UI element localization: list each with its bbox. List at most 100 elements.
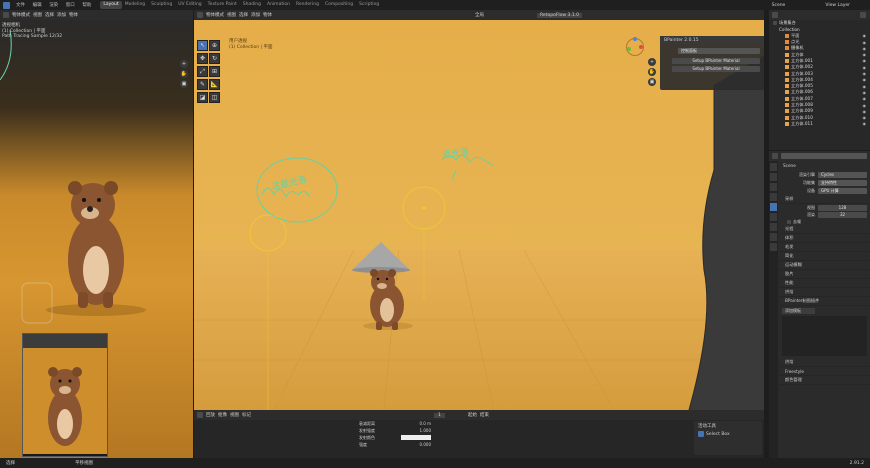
add-template-button[interactable]: 添加模板 — [782, 308, 815, 314]
timeline-menu-view[interactable]: 视图 — [230, 412, 239, 418]
timeline-menu-keying[interactable]: 抠像 — [218, 412, 227, 418]
axis-z-icon[interactable] — [633, 37, 637, 41]
menu-window[interactable]: 窗口 — [66, 3, 75, 8]
visibility-eye-icon[interactable]: ◉ — [863, 103, 867, 108]
navigation-gizmo[interactable] — [626, 37, 644, 56]
section-sampling[interactable]: 采样 — [779, 195, 870, 204]
bpainter-header[interactable]: BPainter 2.0.15 — [660, 36, 764, 44]
setup-material-button-1[interactable]: Setup BPainter Material — [672, 58, 760, 64]
current-frame[interactable]: 1 — [434, 412, 445, 418]
modifier-tab-icon[interactable] — [770, 233, 777, 241]
section-motion-blur[interactable]: 运动模糊 — [779, 261, 870, 270]
main-3d-canvas[interactable]: 这是光源 点光源 用户透视 (1) Collection | 平面 ↖ ⊕ ✥ … — [194, 20, 764, 410]
tab-modeling[interactable]: Modeling — [122, 1, 148, 9]
denoise-row[interactable]: 去噪 — [779, 218, 870, 225]
frame-end-label[interactable]: 结束 — [480, 412, 489, 418]
visibility-eye-icon[interactable]: ◉ — [863, 115, 867, 120]
main-menu-add[interactable]: 添加 — [251, 12, 260, 18]
section-hair[interactable]: 毛发 — [779, 243, 870, 252]
editor-type-icon[interactable] — [3, 12, 9, 18]
editor-type-icon[interactable] — [772, 12, 778, 18]
blender-logo-icon[interactable] — [3, 1, 10, 9]
left-menu-select[interactable]: 选择 — [45, 12, 54, 18]
visibility-eye-icon[interactable]: ◉ — [863, 33, 867, 38]
annotate-tool-icon[interactable]: ✎ — [197, 79, 208, 90]
visibility-eye-icon[interactable]: ◉ — [863, 77, 867, 82]
visibility-eye-icon[interactable]: ◉ — [863, 46, 867, 51]
left-menu-add[interactable]: 添加 — [57, 12, 66, 18]
menu-edit[interactable]: 编辑 — [33, 3, 42, 8]
visibility-eye-icon[interactable]: ◉ — [863, 96, 867, 101]
visibility-eye-icon[interactable]: ◉ — [863, 109, 867, 114]
select-box-icon[interactable] — [698, 431, 704, 437]
menu-render[interactable]: 渲染 — [49, 3, 58, 8]
world-tab-icon[interactable] — [770, 213, 777, 221]
scene-tab-icon[interactable] — [770, 203, 777, 211]
zoom-icon[interactable]: + — [648, 58, 656, 66]
transform-orientation[interactable]: 全局 — [475, 12, 484, 18]
viewport-samples-field[interactable]: 128 — [818, 204, 867, 211]
section-volumes[interactable]: 体积 — [779, 234, 870, 243]
section-freestyle[interactable]: Freestyle — [779, 367, 870, 376]
visibility-eye-icon[interactable]: ◉ — [863, 90, 867, 95]
add-object-tool-icon[interactable]: ◫ — [209, 92, 220, 103]
left-render-canvas[interactable]: 透视相机 (1) Collection | 平面 Path Tracing Sa… — [0, 20, 193, 458]
axis-y-icon[interactable] — [627, 47, 631, 51]
tab-uv-editing[interactable]: UV Editing — [175, 1, 204, 9]
field-row[interactable]: 强度 0.000 — [359, 442, 431, 449]
axis-x-icon[interactable] — [639, 45, 643, 49]
object-tab-icon[interactable] — [770, 223, 777, 231]
editor-type-icon[interactable] — [197, 412, 203, 418]
render-engine-select[interactable]: Cycles — [818, 172, 867, 178]
output-tab-icon[interactable] — [770, 183, 777, 191]
visibility-eye-icon[interactable]: ◉ — [863, 52, 867, 57]
setup-material-button-2[interactable]: Setup BPainter Material — [672, 66, 760, 72]
field-row[interactable]: 衰减距离 0.0 m — [359, 421, 431, 428]
feature-set-select[interactable]: 支持特性 — [818, 180, 867, 186]
scale-tool-icon[interactable]: ⤢ — [197, 66, 208, 77]
tab-sculpting[interactable]: Sculpting — [148, 1, 175, 9]
move-tool-icon[interactable]: ✥ — [197, 53, 208, 64]
timeline-menu-playback[interactable]: 回放 — [206, 412, 215, 418]
hand-pan-icon[interactable]: ✋ — [180, 70, 188, 78]
tab-scripting[interactable]: Scripting — [356, 1, 382, 9]
section-light-paths[interactable]: 光程 — [779, 225, 870, 234]
main-menu-select[interactable]: 选择 — [239, 12, 248, 18]
tab-rendering[interactable]: Rendering — [293, 1, 322, 9]
material-tab-icon[interactable] — [770, 243, 777, 251]
section-performance[interactable]: 性能 — [779, 279, 870, 288]
measure-tool-icon[interactable]: 📐 — [209, 79, 220, 90]
add-cube-tool-icon[interactable]: ◪ — [197, 92, 208, 103]
view-layer-selector[interactable]: View Layer — [825, 3, 850, 8]
render-samples-field[interactable]: 32 — [818, 211, 867, 218]
tab-animation[interactable]: Animation — [264, 1, 293, 9]
bpainter-dropdown[interactable]: 控制面板 — [678, 48, 760, 54]
menu-help[interactable]: 帮助 — [82, 3, 91, 8]
outliner-item[interactable]: 立方体.011 ◉ — [773, 121, 870, 127]
camera-preview-inset[interactable] — [22, 333, 108, 457]
transform-tool-icon[interactable]: ⊞ — [209, 66, 220, 77]
template-list[interactable] — [782, 316, 867, 356]
visibility-eye-icon[interactable]: ◉ — [863, 71, 867, 76]
main-menu-object[interactable]: 物体 — [263, 12, 272, 18]
camera-view-icon[interactable]: ▣ — [648, 78, 656, 86]
frame-start-label[interactable]: 起始 — [468, 412, 477, 418]
section-bake[interactable]: 烘焙 — [779, 288, 870, 297]
section-color-management[interactable]: 颜色管理 — [779, 376, 870, 385]
tab-texture-paint[interactable]: Texture Paint — [205, 1, 240, 9]
section-simplify[interactable]: 简化 — [779, 252, 870, 261]
section-film[interactable]: 胶片 — [779, 270, 870, 279]
tab-layout[interactable]: Layout — [100, 1, 122, 9]
tab-compositing[interactable]: Compositing — [322, 1, 356, 9]
cursor-tool-icon[interactable]: ⊕ — [209, 40, 220, 51]
tool-tab-icon[interactable] — [770, 163, 777, 171]
camera-view-icon[interactable]: ▣ — [180, 80, 188, 88]
editor-type-icon[interactable] — [772, 153, 778, 159]
visibility-eye-icon[interactable]: ◉ — [863, 40, 867, 45]
field-row[interactable]: 发射强度 1.000 — [359, 428, 431, 435]
tab-shading[interactable]: Shading — [240, 1, 264, 9]
field-row[interactable]: 发射颜色 — [359, 435, 431, 442]
visibility-eye-icon[interactable]: ◉ — [863, 65, 867, 70]
main-mode-label[interactable]: 物体模式 — [206, 12, 224, 18]
retopoflow-tab[interactable]: RetopoFlow 3.1.0 — [537, 12, 582, 18]
